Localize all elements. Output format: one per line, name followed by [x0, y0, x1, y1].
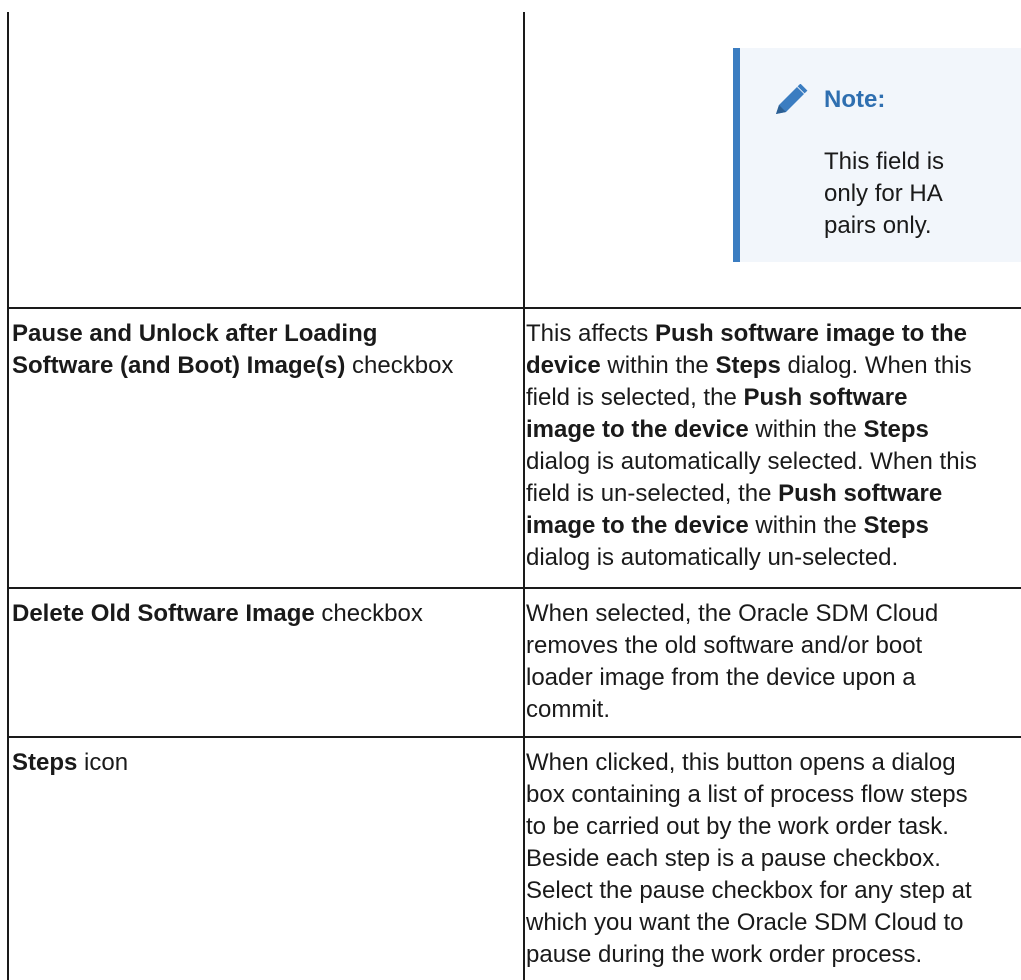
- emphasized-text: Push software: [743, 384, 908, 411]
- note-title: Note:: [824, 86, 886, 113]
- description-line: which you want the Oracle SDM Cloud to: [526, 907, 1021, 939]
- emphasized-text: Steps: [863, 416, 929, 443]
- row-delete-old-label: Delete Old Software Image checkbox: [12, 598, 517, 630]
- field-name: Delete Old Software Image: [12, 600, 315, 627]
- note-body: This field is only for HA pairs only.: [824, 146, 1021, 242]
- text-run: dialog is automatically selected. When t…: [526, 448, 977, 475]
- parameters-table: Note: This field is only for HA pairs on…: [0, 0, 1021, 980]
- description-line: field is selected, the Push software: [526, 382, 1021, 414]
- text-run: loader image from the device upon a: [526, 664, 916, 691]
- description-line: Select the pause checkbox for any step a…: [526, 875, 1021, 907]
- row-delete-old-description: When selected, the Oracle SDM Cloud remov…: [526, 598, 1021, 726]
- note-line: only for HA: [824, 180, 943, 207]
- pencil-icon: [776, 84, 808, 114]
- description-line: Beside each step is a pause checkbox.: [526, 843, 1021, 875]
- text-run: within the: [600, 352, 716, 379]
- description-line: field is un-selected, the Push software: [526, 478, 1021, 510]
- description-line: image to the device within the Steps: [526, 510, 1021, 542]
- emphasized-text: device: [526, 352, 601, 379]
- emphasized-text: Push software: [778, 480, 943, 507]
- text-run: field is un-selected, the: [526, 480, 779, 507]
- note-line: This field is: [824, 148, 945, 175]
- row-divider: [8, 736, 1021, 738]
- row-pause-unlock-label: Pause and Unlock after Loading Software …: [12, 318, 517, 382]
- row-divider: [8, 587, 1021, 589]
- table-left-border: [7, 12, 9, 980]
- text-run: commit.: [526, 696, 610, 723]
- text-run: within the: [748, 416, 864, 443]
- text-run: Beside each step is a pause checkbox.: [526, 845, 941, 872]
- text-run: removes the old software and/or boot: [526, 632, 923, 659]
- description-line: commit.: [526, 694, 1021, 726]
- text-run: which you want the Oracle SDM Cloud to: [526, 909, 964, 936]
- text-run: This affects: [526, 320, 655, 347]
- field-name: Pause and Unlock after Loading: [12, 320, 378, 347]
- row-divider: [8, 307, 1021, 309]
- description-line: dialog is automatically selected. When t…: [526, 446, 1021, 478]
- description-line: loader image from the device upon a: [526, 662, 1021, 694]
- note-line: pairs only.: [824, 212, 932, 239]
- text-run: box containing a list of process flow st…: [526, 781, 968, 808]
- text-run: field is selected, the: [526, 384, 744, 411]
- text-run: within the: [748, 512, 864, 539]
- description-line: box containing a list of process flow st…: [526, 779, 1021, 811]
- emphasized-text: Push software image to the: [654, 320, 968, 347]
- row-steps-label: Steps icon: [12, 747, 517, 779]
- description-line: to be carried out by the work order task…: [526, 811, 1021, 843]
- description-line: dialog is automatically un-selected.: [526, 542, 1021, 574]
- description-line: This affects Push software image to the: [526, 318, 1021, 350]
- text-run: When clicked, this button opens a dialog: [526, 749, 956, 776]
- text-run: When selected, the Oracle SDM Cloud: [526, 600, 939, 627]
- description-line: pause during the work order process.: [526, 939, 1021, 971]
- text-run: Select the pause checkbox for any step a…: [526, 877, 972, 904]
- field-type: checkbox: [314, 600, 423, 627]
- description-line: image to the device within the Steps: [526, 414, 1021, 446]
- table-column-divider: [523, 12, 525, 980]
- note-callout: Note: This field is only for HA pairs on…: [733, 48, 1021, 262]
- emphasized-text: image to the device: [526, 416, 749, 443]
- description-line: removes the old software and/or boot: [526, 630, 1021, 662]
- field-type: checkbox: [345, 352, 454, 379]
- field-name: Software (and Boot) Image(s): [12, 352, 346, 379]
- emphasized-text: image to the device: [526, 512, 749, 539]
- text-run: dialog is automatically un-selected.: [526, 544, 899, 571]
- description-line: device within the Steps dialog. When thi…: [526, 350, 1021, 382]
- text-run: pause during the work order process.: [526, 941, 923, 968]
- row-pause-unlock-description: This affects Push software image to the d…: [526, 318, 1021, 574]
- description-line: When selected, the Oracle SDM Cloud: [526, 598, 1021, 630]
- field-name: Steps: [12, 749, 78, 776]
- row-steps-description: When clicked, this button opens a dialog…: [526, 747, 1021, 971]
- text-run: to be carried out by the work order task…: [526, 813, 949, 840]
- text-run: dialog. When this: [780, 352, 972, 379]
- field-type: icon: [77, 749, 129, 776]
- emphasized-text: Steps: [863, 512, 929, 539]
- description-line: When clicked, this button opens a dialog: [526, 747, 1021, 779]
- emphasized-text: Steps: [715, 352, 781, 379]
